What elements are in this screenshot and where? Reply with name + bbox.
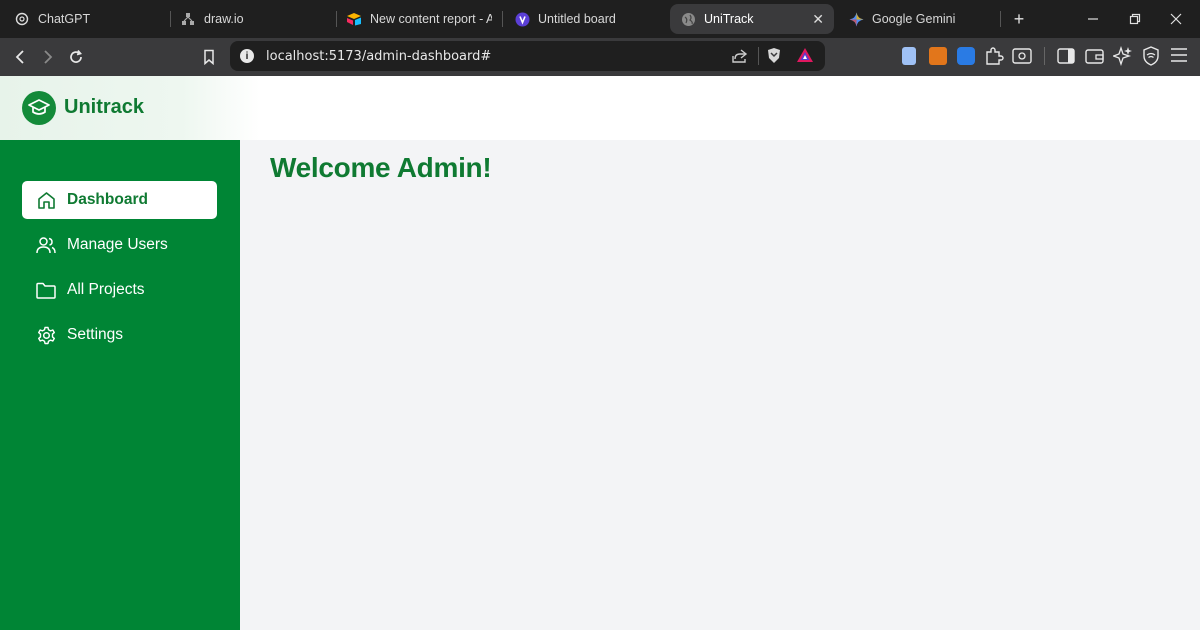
gemini-icon [848,11,864,27]
metamask-icon[interactable] [929,47,947,65]
sidebar-item-manage-users[interactable]: Manage Users [22,226,217,264]
forward-icon[interactable] [37,46,59,68]
tab-label: UniTrack [704,12,754,26]
tab-untitled-board[interactable]: Untitled board [506,4,666,34]
close-tab-icon[interactable]: ✕ [812,11,824,28]
sidebar-item-all-projects[interactable]: All Projects [22,271,217,309]
app-header: Unitrack [0,76,1200,140]
url-text[interactable]: localhost:5173/admin-dashboard# [266,49,491,64]
gear-icon [36,325,56,345]
globe-icon [680,11,696,27]
brave-shields-icon[interactable] [766,47,782,69]
restore-icon[interactable] [1125,9,1145,29]
sidebar-item-settings[interactable]: Settings [22,316,217,354]
sidebar: Dashboard Manage Users All Projects Sett… [0,140,240,630]
drawio-icon [180,11,196,27]
home-icon [36,190,56,210]
back-icon[interactable] [9,46,31,68]
sidebar-item-label: Dashboard [67,191,148,208]
reload-icon[interactable] [65,46,87,68]
divider [758,47,759,65]
reading-list-icon[interactable] [1012,47,1032,70]
menu-icon[interactable] [1170,47,1188,68]
leo-ai-icon[interactable] [1111,45,1133,71]
tab-drawio[interactable]: draw.io [174,4,332,34]
sidebar-item-label: Settings [67,326,124,343]
tab-chatgpt[interactable]: ChatGPT [6,4,166,34]
openai-icon [14,11,30,27]
users-icon [36,235,56,255]
share-icon[interactable] [732,48,748,69]
folder-icon [36,280,56,300]
tab-unitrack[interactable]: UniTrack ✕ [670,4,834,34]
tab-separator [1000,11,1001,27]
sidebar-toggle-icon[interactable] [1057,47,1075,70]
tab-label: draw.io [204,12,244,26]
close-window-icon[interactable] [1166,9,1186,29]
brand-name[interactable]: Unitrack [64,96,144,119]
tab-label: ChatGPT [38,12,91,26]
sidebar-item-label: All Projects [67,281,145,298]
info-icon[interactable]: i [240,49,254,63]
wallet-icon[interactable] [1085,47,1105,70]
tab-label: New content report - Air [370,12,492,26]
tab-label: Untitled board [538,12,616,26]
sidebar-item-dashboard[interactable]: Dashboard [22,181,217,219]
graduation-cap-icon[interactable] [22,91,56,125]
airtable-icon [346,11,362,27]
new-tab-button[interactable]: + [1009,9,1029,29]
tab-separator [336,11,337,27]
tab-separator [170,11,171,27]
brand-area: Unitrack [0,76,260,140]
tab-airtable[interactable]: New content report - Air [340,4,492,34]
extensions-puzzle-icon[interactable] [984,46,1004,71]
browser-tab-strip: ChatGPT draw.io New content report - Air… [0,0,1200,38]
board-icon [514,11,530,27]
extension-bookmark-icon[interactable] [902,47,916,65]
tab-separator [502,11,503,27]
bookmark-icon[interactable] [198,46,220,68]
page-title: Welcome Admin! [270,152,492,183]
main-content: Welcome Admin! [240,140,1200,630]
tab-label: Google Gemini [872,12,956,26]
brave-rewards-icon[interactable] [796,47,814,69]
tab-gemini[interactable]: Google Gemini [838,4,988,34]
address-bar[interactable]: i localhost:5173/admin-dashboard# [230,41,825,71]
vpn-icon[interactable] [1142,46,1160,71]
sidebar-item-label: Manage Users [67,236,168,253]
extension-gear-blue-icon[interactable] [957,47,975,65]
divider [1044,47,1045,65]
minimize-icon[interactable] [1083,9,1103,29]
